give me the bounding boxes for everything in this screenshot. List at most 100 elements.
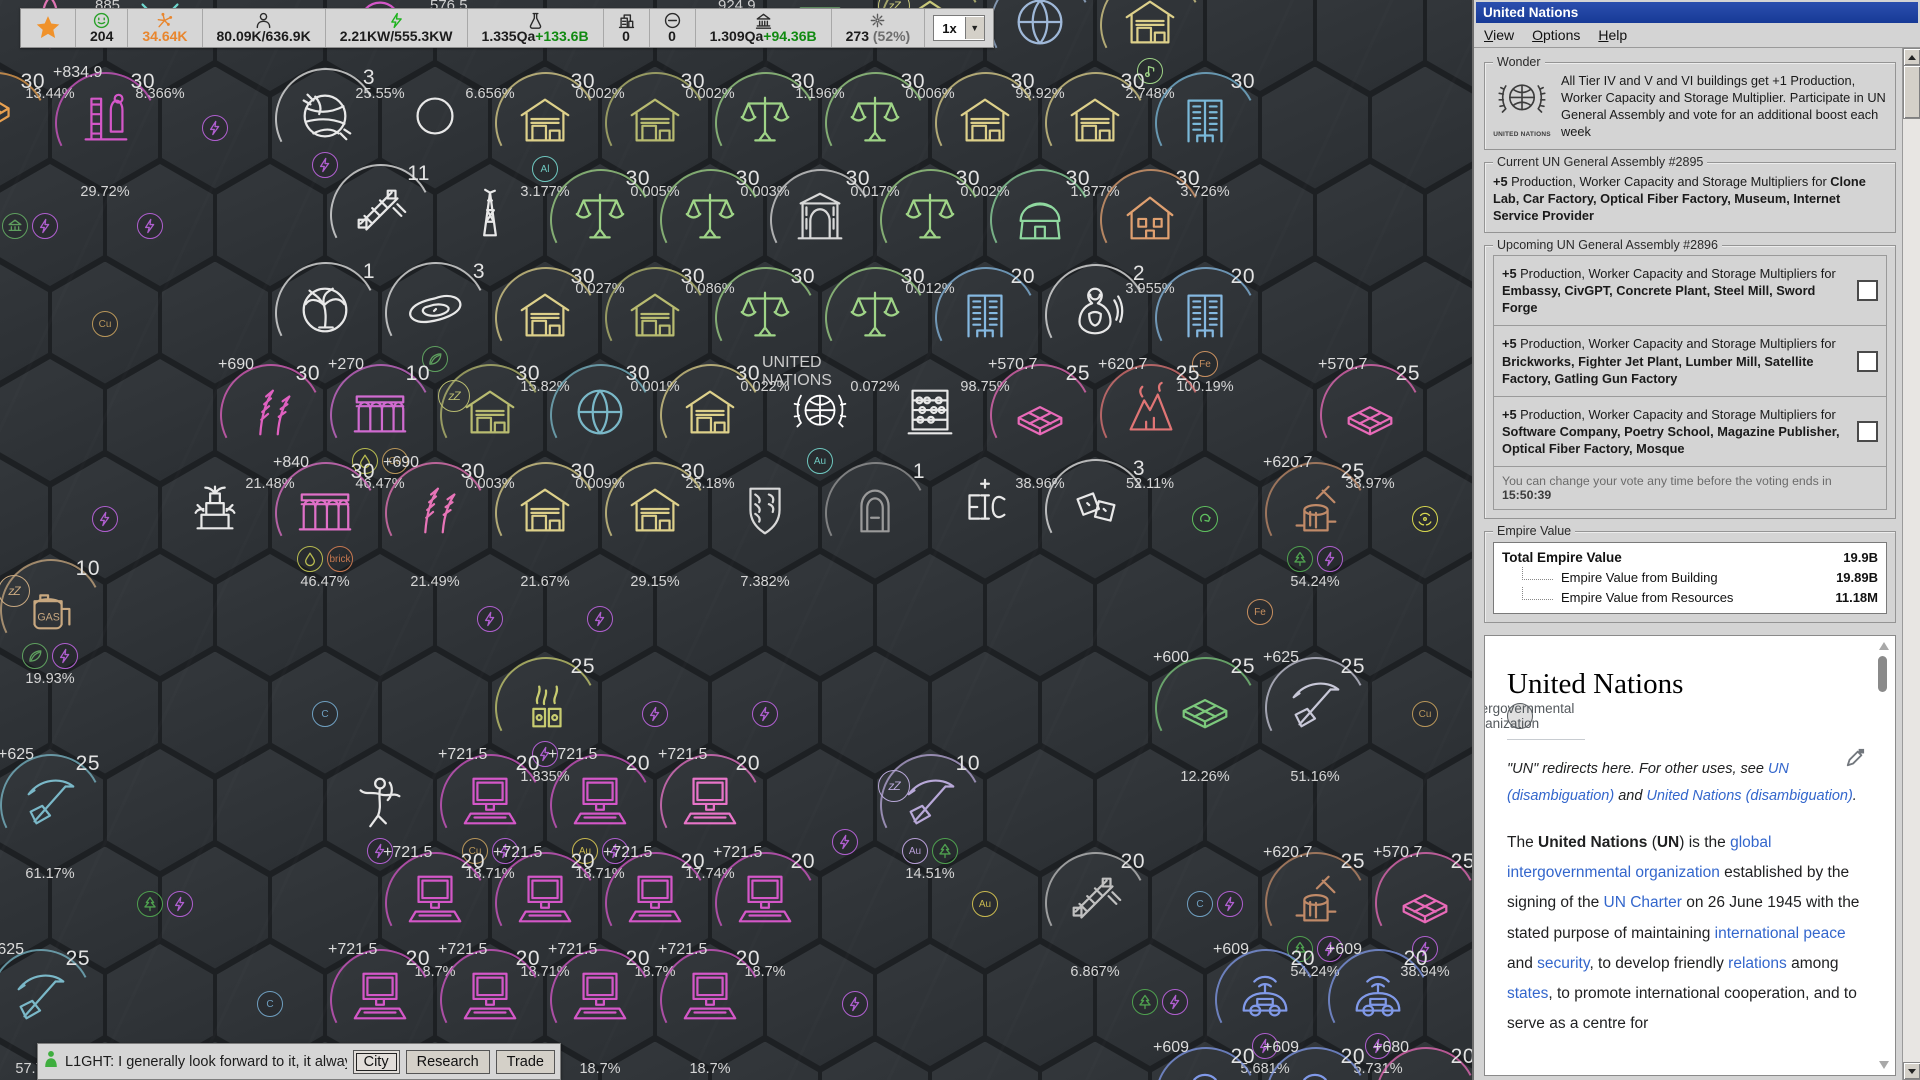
warehouse-building-icon (1119, 0, 1181, 53)
toolbar-segment-population[interactable]: 80.09K/636.9K (203, 9, 326, 47)
hex-tile-car[interactable]: 20+609 (1257, 1037, 1373, 1080)
hex-cell[interactable] (1372, 67, 1478, 189)
hex-tile-gas[interactable]: 10GASzZ19.93% (0, 549, 108, 689)
wonder-legend: Wonder (1493, 55, 1545, 69)
hex-tile-resource[interactable] (107, 834, 223, 974)
hex-cell[interactable] (1042, 652, 1148, 774)
scroll-thumb[interactable] (1903, 65, 1920, 119)
wiki-scroll-down-icon[interactable] (1879, 1061, 1889, 1069)
hex-tile-resource[interactable] (797, 934, 913, 1074)
wiki-scroll-up-icon[interactable] (1879, 642, 1889, 650)
app-root: 13.44%8.366%25.55%6.656%0.002%Al0.002%1.… (0, 0, 1920, 1080)
resource-value: 80.09K/636.9K (217, 28, 311, 44)
vote-note-text: You can change your vote any time before… (1502, 474, 1832, 488)
hex-tile-car[interactable]: 20+609 (1147, 1037, 1263, 1080)
vote-checkbox[interactable] (1857, 421, 1878, 442)
bonus-value: +609 (1213, 941, 1249, 959)
hex-tile-computer[interactable]: 20+721.518.7% (652, 939, 768, 1079)
edit-pencil-icon[interactable] (1845, 748, 1865, 773)
wiki-link[interactable]: United Nations (disambiguation) (1646, 788, 1852, 804)
menu-help[interactable]: Help (1598, 27, 1627, 43)
wiki-link[interactable]: UN Charter (1604, 894, 1682, 911)
hex-tile-bricks[interactable]: 25+60012.26% (1147, 647, 1263, 787)
research-button[interactable]: Research (406, 1050, 490, 1074)
globe-building-icon (1009, 0, 1071, 53)
hex-tile-gardens[interactable] (157, 449, 273, 589)
hex-cell[interactable] (162, 652, 268, 774)
wiki-subtitle: Intergovernmental organization (1507, 703, 1533, 729)
bonus-value: +834.9 (53, 64, 102, 82)
hex-tile-crest[interactable]: 7.382% (707, 452, 823, 592)
toolbar-segment-science[interactable]: 1.335Qa+133.6B (468, 9, 604, 47)
hex-tile-pickaxe[interactable]: 25+62561.17% (0, 744, 108, 884)
efficiency-percent: 46.47% (267, 574, 383, 590)
sleeping-icon: zZ (878, 770, 910, 802)
text-run: , to develop friendly (1589, 955, 1728, 972)
wiki-scrollbar[interactable] (1876, 642, 1889, 1069)
wiki-link[interactable]: relations (1728, 955, 1787, 972)
hex-cell[interactable] (1262, 67, 1368, 189)
chevron-down-icon[interactable]: ▼ (965, 17, 984, 39)
warehouse-building-icon (514, 89, 576, 151)
wiki-scroll-thumb[interactable] (1878, 656, 1887, 692)
abacus-building-icon (899, 381, 961, 443)
building-building-icon (1174, 284, 1236, 346)
toolbar-segment-power[interactable]: 2.21KW/555.3KW (326, 9, 468, 47)
game-speed-select[interactable]: 1x▼ (933, 15, 984, 41)
hex-tile-resource[interactable]: Cu (47, 254, 163, 394)
toolbar-segment-treasury[interactable]: 1.309Qa+94.36B (696, 9, 832, 47)
menu-view[interactable]: View (1484, 27, 1514, 43)
hex-tile-dice[interactable]: 3 (1037, 449, 1153, 589)
panel-scrollbar[interactable] (1902, 48, 1920, 1080)
chat-message[interactable]: L1GHT: I generally look forward to it, i… (65, 1054, 347, 1070)
scales-building-icon (899, 186, 961, 248)
scroll-down-button[interactable] (1903, 1062, 1920, 1080)
vote-checkbox[interactable] (1857, 351, 1878, 372)
computer-building-icon (349, 966, 411, 1028)
toolbar-segment-pollution[interactable]: 273 (52%) (832, 9, 926, 47)
empire-value-row: Empire Value from Resources11.18M (1500, 587, 1880, 607)
bolt-icon (92, 506, 118, 532)
menu-options[interactable]: Options (1532, 27, 1580, 43)
vote-option-text: +5 Production, Worker Capacity and Stora… (1502, 406, 1849, 457)
wiki-link[interactable]: states (1507, 985, 1548, 1002)
derrick-building-icon (459, 183, 521, 245)
text-run: ) is the (1679, 834, 1730, 851)
toolbar-segment-star[interactable] (21, 9, 76, 47)
toolbar-segment-culture[interactable]: 34.64K (128, 9, 202, 47)
bolt-icon (52, 643, 78, 669)
vote-option-2[interactable]: +5 Production, Worker Capacity and Stora… (1493, 325, 1887, 396)
vote-option-1[interactable]: +5 Production, Worker Capacity and Stora… (1493, 255, 1887, 326)
city-button[interactable]: City (353, 1050, 400, 1074)
toolbar-segment-happiness[interactable]: 204 (76, 9, 128, 47)
hex-tile-resource[interactable]: Cu (1367, 644, 1483, 784)
resource-delta: +133.6B (535, 28, 588, 44)
hex-cell[interactable] (1317, 164, 1423, 286)
wonder-description: All Tier IV and V and VI buildings get +… (1561, 73, 1887, 141)
hex-tile-resource[interactable] (1367, 449, 1483, 589)
bonus-value: +570.7 (1373, 844, 1422, 862)
hex-tile-pickaxe[interactable]: 25+62551.16% (1257, 647, 1373, 787)
empire-value-label: Empire Value from Building (1561, 570, 1836, 585)
bonus-value: +680 (1373, 1039, 1409, 1057)
hex-tile-door[interactable]: 1 (817, 452, 933, 592)
bold-text: Software Company, Poetry School, Magazin… (1502, 424, 1840, 456)
trade-button[interactable]: Trade (496, 1050, 555, 1074)
vote-checkbox[interactable] (1857, 280, 1878, 301)
scroll-up-button[interactable] (1903, 48, 1920, 66)
computer-building-icon (569, 771, 631, 833)
hex-tile-eic[interactable] (927, 449, 1043, 589)
vote-option-3[interactable]: +5 Production, Worker Capacity and Stora… (1493, 396, 1887, 467)
empire-value-row: Empire Value from Building19.89B (1500, 567, 1880, 587)
bolt-icon (202, 115, 228, 141)
wiki-link[interactable]: international peace (1715, 925, 1846, 942)
toolbar-segment-blueprint[interactable]: 0 (604, 9, 650, 47)
wiki-link[interactable]: security (1537, 955, 1589, 972)
window-titlebar[interactable]: United Nations (1476, 2, 1918, 23)
toolbar-segment-ban[interactable]: 0 (650, 9, 696, 47)
upcoming-assembly-legend: Upcoming UN General Assembly #2896 (1493, 238, 1722, 252)
hex-tile-aqueduct[interactable]: 30+84046.47%brick (267, 452, 383, 592)
scales-building-icon (734, 89, 796, 151)
hex-tile-bricks[interactable]: 20+680 (1367, 1037, 1483, 1080)
hex-tile-resource[interactable]: Au (927, 834, 1043, 974)
